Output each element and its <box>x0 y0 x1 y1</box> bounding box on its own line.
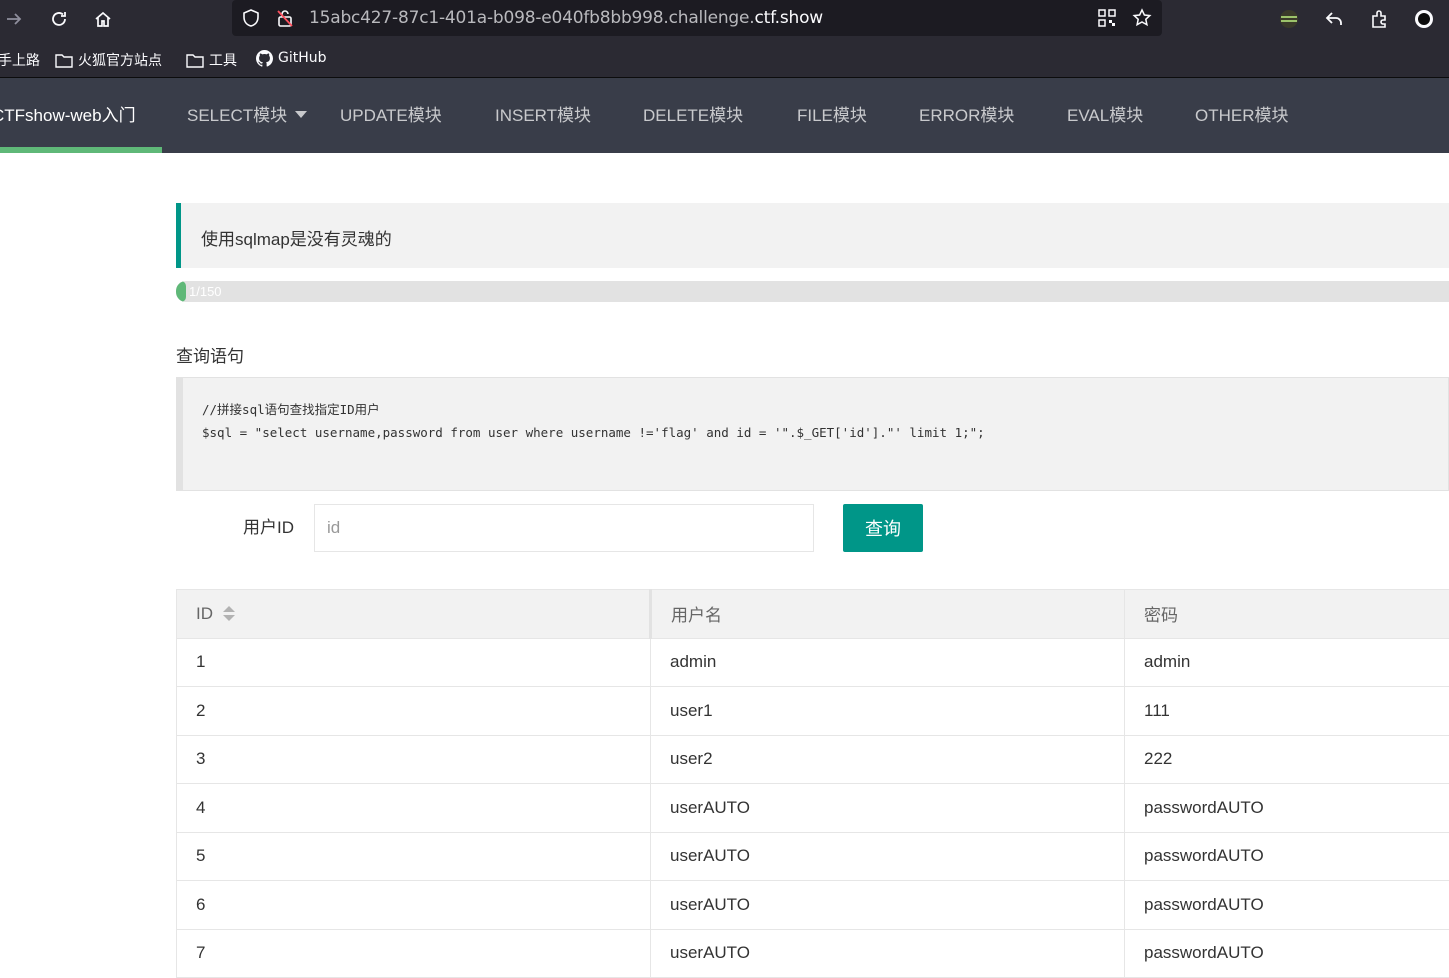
url-text: 15abc427-87c1-401a-b098-e040fb8bb998.cha… <box>309 8 823 28</box>
cell-password: passwordAUTO <box>1125 929 1449 978</box>
column-header-id[interactable]: ID <box>177 590 651 639</box>
bookmark-item[interactable]: GitHub <box>255 50 327 66</box>
cell-id: 7 <box>177 929 651 978</box>
column-header-password: 密码 <box>1125 590 1449 639</box>
nav-item-other[interactable]: OTHER模块 <box>1195 78 1289 153</box>
cell-username: admin <box>651 638 1125 687</box>
cell-username: user2 <box>651 735 1125 784</box>
cell-username: userAUTO <box>651 881 1125 930</box>
dropdown-caret-icon <box>295 111 307 118</box>
reload-icon[interactable] <box>46 6 72 32</box>
bookmark-star-icon[interactable] <box>1129 5 1155 31</box>
insecure-lock-icon[interactable] <box>272 5 298 31</box>
back-arrow-icon[interactable] <box>1321 6 1347 32</box>
progress-bar: 1/150 <box>176 281 1449 302</box>
browser-toolbar: 15abc427-87c1-401a-b098-e040fb8bb998.cha… <box>0 0 1449 38</box>
nav-item-label: SELECT模块 <box>187 106 287 125</box>
shield-icon[interactable] <box>238 5 264 31</box>
nav-item-select[interactable]: SELECT模块 <box>187 78 307 153</box>
table-row: 3user2222 <box>177 735 1449 784</box>
progress-label: 1/150 <box>189 284 222 299</box>
cell-id: 2 <box>177 687 651 736</box>
qr-code-icon[interactable] <box>1094 5 1120 31</box>
cell-username: user1 <box>651 687 1125 736</box>
table-row: 4userAUTOpasswordAUTO <box>177 784 1449 833</box>
cell-id: 4 <box>177 784 651 833</box>
nav-item-eval[interactable]: EVAL模块 <box>1067 78 1143 153</box>
column-header-username: 用户名 <box>651 590 1125 639</box>
nav-item-delete[interactable]: DELETE模块 <box>643 78 743 153</box>
bookmark-label: 火狐官方站点 <box>78 50 162 70</box>
site-nav: CTFshow-web入门 SELECT模块 UPDATE模块 INSERT模块… <box>0 78 1449 153</box>
bookmark-label: 工具 <box>209 50 237 70</box>
table-row: 2user1111 <box>177 687 1449 736</box>
cell-id: 6 <box>177 881 651 930</box>
section-title: 查询语句 <box>176 342 244 367</box>
url-bar[interactable]: 15abc427-87c1-401a-b098-e040fb8bb998.cha… <box>232 0 1162 36</box>
forward-icon[interactable] <box>1 6 27 32</box>
nav-item-home[interactable]: CTFshow-web入门 <box>0 78 136 153</box>
cell-password: admin <box>1125 638 1449 687</box>
extension-icon[interactable] <box>1276 6 1302 32</box>
cell-id: 1 <box>177 638 651 687</box>
user-id-label: 用户ID <box>176 505 294 551</box>
cell-username: userAUTO <box>651 784 1125 833</box>
nav-item-error[interactable]: ERROR模块 <box>919 78 1014 153</box>
github-icon <box>255 50 273 66</box>
cell-password: passwordAUTO <box>1125 881 1449 930</box>
cell-username: userAUTO <box>651 929 1125 978</box>
cell-password: 222 <box>1125 735 1449 784</box>
bookmark-item[interactable]: 火狐官方站点 <box>55 50 162 70</box>
extensions-puzzle-icon[interactable] <box>1366 6 1392 32</box>
cell-username: userAUTO <box>651 832 1125 881</box>
bookmark-label: GitHub <box>278 50 327 66</box>
folder-icon <box>55 52 73 68</box>
quote-text: 使用sqlmap是没有灵魂的 <box>201 225 392 250</box>
cell-id: 5 <box>177 832 651 881</box>
cell-password: passwordAUTO <box>1125 784 1449 833</box>
table-row: 5userAUTOpasswordAUTO <box>177 832 1449 881</box>
bookmarks-bar: 手上路 火狐官方站点 工具 GitHub <box>0 38 1449 78</box>
progress-fill <box>176 281 186 302</box>
nav-item-update[interactable]: UPDATE模块 <box>340 78 442 153</box>
column-header-label: ID <box>196 604 213 623</box>
code-statement: $sql = "select username,password from us… <box>202 425 985 440</box>
bookmark-label: 手上路 <box>0 50 40 70</box>
bookmark-item[interactable]: 手上路 <box>0 50 40 70</box>
profile-icon[interactable] <box>1411 6 1437 32</box>
table-row: 6userAUTOpasswordAUTO <box>177 881 1449 930</box>
cell-id: 3 <box>177 735 651 784</box>
cell-password: 111 <box>1125 687 1449 736</box>
folder-icon <box>186 52 204 68</box>
bookmark-item[interactable]: 工具 <box>186 50 237 70</box>
cell-password: passwordAUTO <box>1125 832 1449 881</box>
nav-active-indicator <box>0 147 162 153</box>
nav-item-insert[interactable]: INSERT模块 <box>495 78 591 153</box>
code-block: //拼接sql语句查找指定ID用户 $sql = "select usernam… <box>176 377 1449 491</box>
home-icon[interactable] <box>90 6 116 32</box>
user-id-input[interactable] <box>314 504 814 552</box>
nav-item-file[interactable]: FILE模块 <box>797 78 867 153</box>
sort-icon[interactable] <box>223 606 235 622</box>
code-comment: //拼接sql语句查找指定ID用户 <box>202 399 380 418</box>
results-table: ID 用户名 密码 1adminadmin2user11113user22224… <box>176 589 1449 978</box>
table-row: 1adminadmin <box>177 638 1449 687</box>
table-header-row: ID 用户名 密码 <box>177 590 1449 639</box>
quote-block: 使用sqlmap是没有灵魂的 <box>176 203 1449 268</box>
query-button[interactable]: 查询 <box>843 504 923 552</box>
table-row: 7userAUTOpasswordAUTO <box>177 929 1449 978</box>
